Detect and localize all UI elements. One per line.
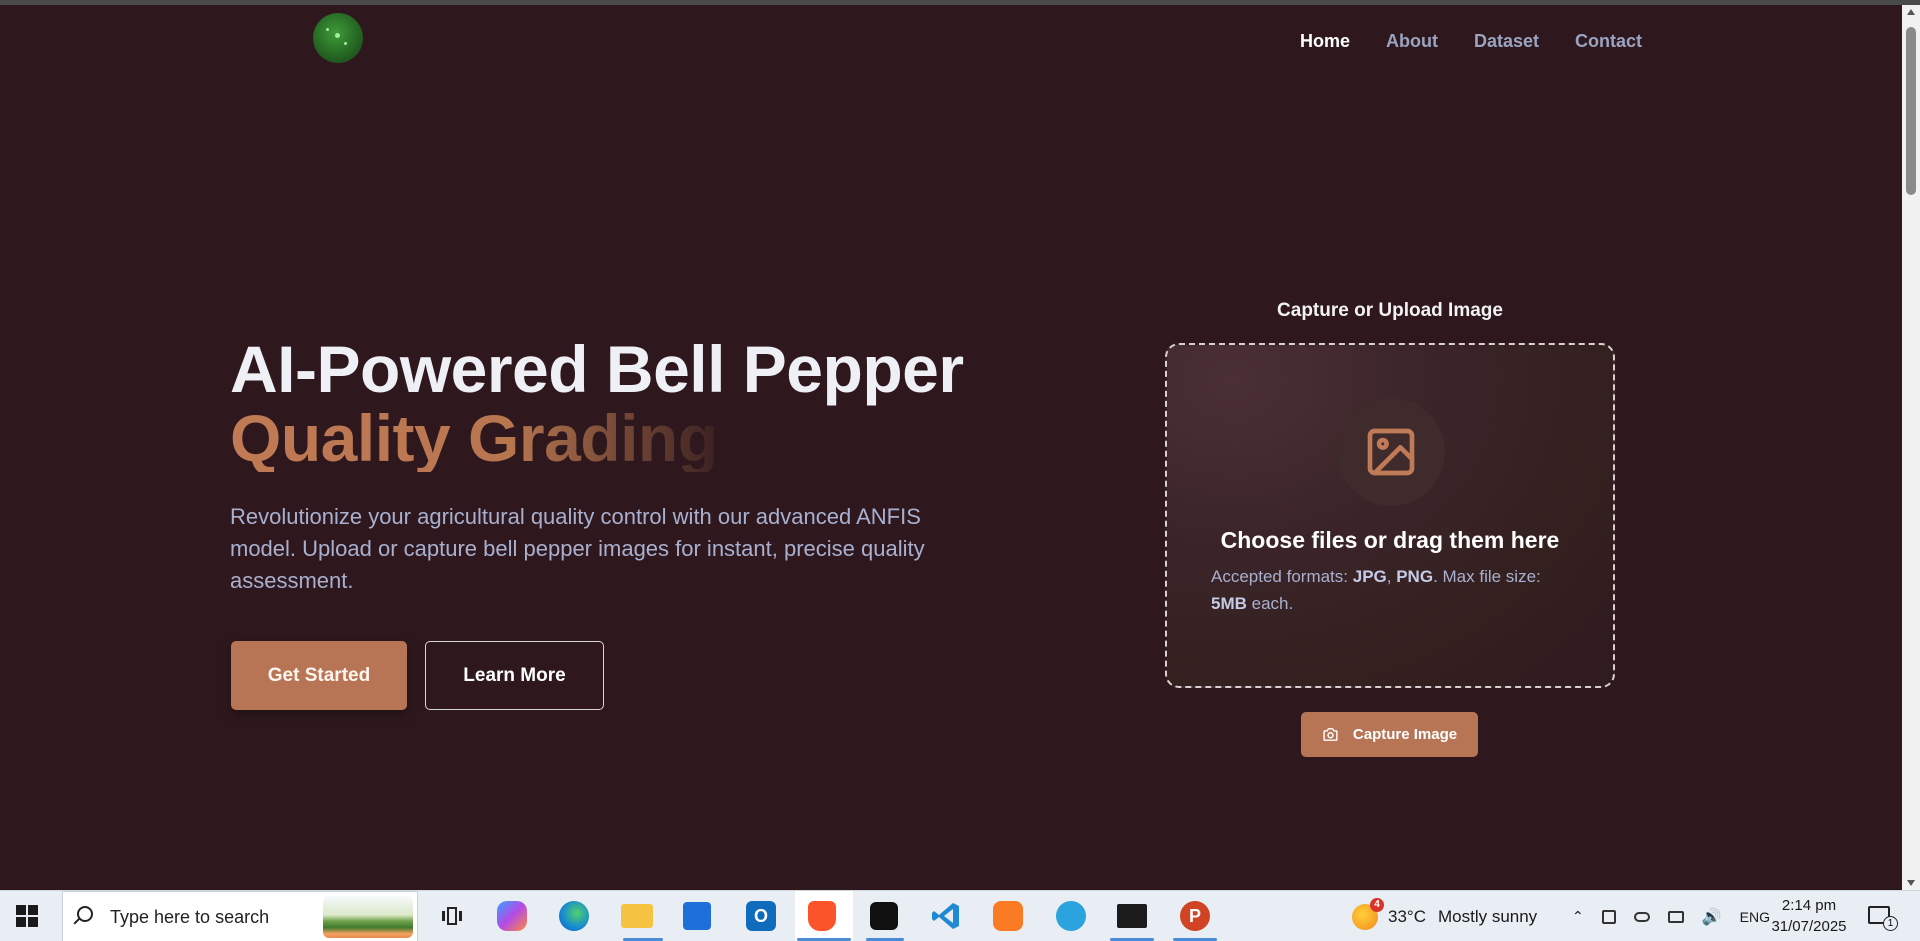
windows-taskbar: Type here to search O P 4 33°C Mostly su… [0, 890, 1920, 941]
nav-contact[interactable]: Contact [1575, 31, 1642, 52]
search-placeholder: Type here to search [110, 907, 270, 927]
max-size-suffix: each. [1246, 594, 1294, 613]
hero-title: AI-Powered Bell Pepper [230, 332, 964, 406]
search-icon [77, 906, 93, 922]
vscode-icon[interactable] [930, 900, 962, 932]
webpage-viewport: Home About Dataset Contact AI-Powered Be… [0, 5, 1902, 890]
capture-button-label: Capture Image [1352, 726, 1458, 743]
command-prompt-icon[interactable] [1117, 904, 1147, 928]
formats-separator: , [1386, 567, 1397, 586]
dropzone-main-text: Choose files or drag them here [1220, 527, 1560, 553]
weather-temperature: 33°C [1388, 906, 1426, 926]
formats-prefix: Accepted formats: [1211, 567, 1353, 586]
taskbar-search-box[interactable]: Type here to search [62, 891, 418, 941]
nav-dataset[interactable]: Dataset [1474, 31, 1539, 52]
capture-image-button[interactable]: Capture Image [1301, 712, 1478, 757]
tray-network-icon[interactable] [1667, 910, 1684, 923]
edge-browser-icon[interactable] [559, 901, 589, 931]
weather-sun-icon: 4 [1352, 897, 1384, 930]
image-icon-wrapper [1337, 398, 1445, 506]
telegram-icon[interactable] [1056, 901, 1086, 931]
file-dropzone[interactable]: Choose files or drag them here Accepted … [1165, 343, 1615, 688]
notification-center-icon[interactable]: 1 [1868, 906, 1898, 931]
xampp-icon[interactable] [993, 901, 1023, 931]
tray-meet-icon[interactable] [1601, 909, 1616, 924]
main-nav: Home About Dataset Contact [1300, 31, 1642, 52]
learn-more-button[interactable]: Learn More [425, 641, 604, 710]
powerpoint-icon[interactable]: P [1180, 901, 1210, 931]
format-png: PNG [1396, 567, 1434, 586]
max-size-value: 5MB [1211, 594, 1247, 613]
hero-description: Revolutionize your agricultural quality … [230, 504, 925, 593]
page-scrollbar[interactable] [1902, 5, 1920, 890]
camera-icon [1323, 728, 1338, 741]
tray-volume-icon[interactable]: 🔊 [1702, 907, 1722, 927]
copilot-icon[interactable] [497, 901, 527, 931]
tray-chevron-up-icon[interactable]: ⌃ [1572, 908, 1584, 925]
notification-count: 1 [1883, 916, 1898, 931]
taskbar-clock[interactable]: 2:14 pm 31/07/2025 [1766, 895, 1852, 937]
hero-subtitle: Quality Grading [230, 404, 740, 472]
dropzone-formats: Accepted formats: JPG, PNG. Max file siz… [1211, 563, 1571, 617]
scroll-down-arrow-icon[interactable] [1907, 880, 1915, 886]
upload-title: Capture or Upload Image [1277, 300, 1503, 321]
image-icon [1367, 428, 1415, 476]
brave-browser-icon[interactable] [808, 901, 836, 931]
format-jpg: JPG [1352, 567, 1387, 586]
weather-description: Mostly sunny [1437, 906, 1538, 926]
site-logo[interactable] [313, 13, 365, 73]
max-size-text: . Max file size: [1433, 567, 1541, 586]
clock-date: 31/07/2025 [1771, 918, 1847, 935]
search-highlight-image [323, 896, 413, 938]
nav-about[interactable]: About [1386, 31, 1438, 52]
scroll-thumb[interactable] [1906, 27, 1916, 195]
nav-home[interactable]: Home [1300, 31, 1350, 52]
outlook-icon[interactable]: O [746, 901, 776, 931]
task-view-icon[interactable] [436, 900, 468, 932]
weather-badge: 4 [1370, 897, 1384, 912]
tray-onedrive-icon[interactable] [1633, 911, 1650, 922]
weather-widget[interactable]: 4 33°C Mostly sunny [1352, 891, 1537, 941]
terminal-app-icon[interactable] [870, 902, 898, 930]
logo-emblem [313, 13, 363, 63]
system-tray: ⌃ 🔊 ENG [1572, 891, 1770, 941]
windows-start-icon[interactable] [16, 905, 38, 927]
file-explorer-icon[interactable] [621, 904, 653, 928]
get-started-button[interactable]: Get Started [231, 641, 407, 710]
scroll-up-arrow-icon[interactable] [1907, 9, 1915, 15]
clock-time: 2:14 pm [1781, 897, 1837, 914]
microsoft-store-icon[interactable] [683, 902, 711, 930]
